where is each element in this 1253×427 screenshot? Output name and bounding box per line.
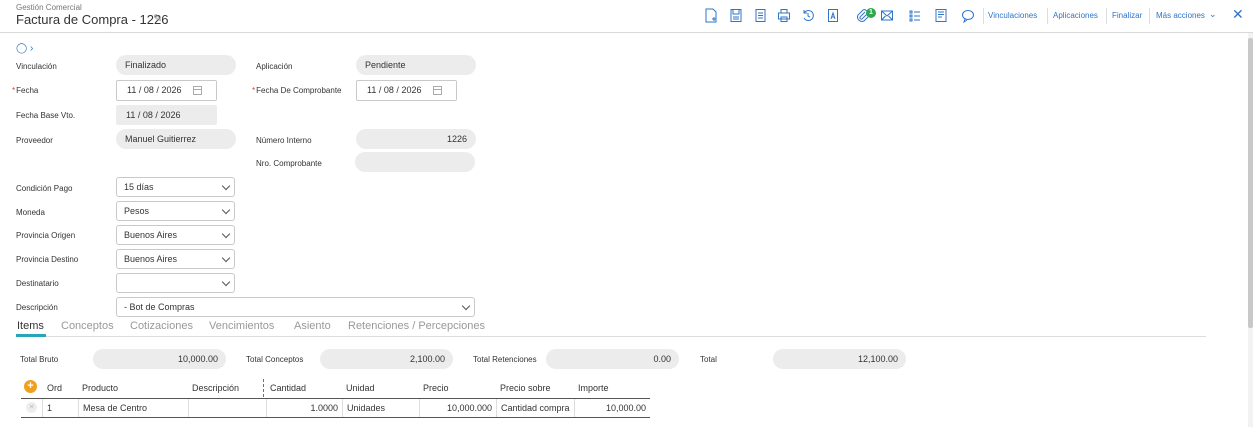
cell-precio-sobre[interactable]: Cantidad compra <box>496 399 574 417</box>
notes-icon[interactable] <box>934 8 948 23</box>
column-header-producto[interactable]: Producto <box>82 383 118 393</box>
comment-icon[interactable] <box>961 8 975 23</box>
cell-precio[interactable]: 10,000.000 <box>419 399 496 417</box>
numero-interno-label: Número Interno <box>256 136 312 145</box>
provincia-destino-select[interactable]: Buenos Aires <box>116 249 235 269</box>
cell-descripcion[interactable] <box>188 399 266 417</box>
column-header-descripcion[interactable]: Descripción <box>192 383 239 393</box>
tag-icon[interactable]: ◯ › <box>16 43 33 54</box>
total-bruto-label: Total Bruto <box>20 355 59 364</box>
cell-producto[interactable]: Mesa de Centro <box>78 399 188 417</box>
close-icon[interactable]: ✕ <box>1232 6 1244 23</box>
column-header-precio-sobre[interactable]: Precio sobre <box>500 383 551 393</box>
cell-ord[interactable]: 1 <box>42 399 78 417</box>
vinculaciones-link[interactable]: Vinculaciones <box>988 11 1037 20</box>
tab-cotizaciones[interactable]: Cotizaciones <box>130 320 193 332</box>
pdf-icon[interactable] <box>826 8 840 23</box>
chevron-down-icon <box>461 301 471 311</box>
nro-comprobante-label: Nro. Comprobante <box>256 159 322 168</box>
column-header-unidad[interactable]: Unidad <box>346 383 375 393</box>
aplicacion-field: Pendiente <box>356 55 476 75</box>
tab-items[interactable]: Items <box>17 320 44 332</box>
condicion-pago-label: Condición Pago <box>16 184 73 193</box>
descripcion-label: Descripción <box>16 303 58 312</box>
fecha-comprobante-date-input[interactable]: 11 / 08 / 2026 <box>356 80 457 101</box>
page-title: Factura de Compra - 1226 <box>16 12 169 27</box>
vinculacion-field: Finalizado <box>116 55 236 75</box>
delete-row-icon[interactable]: ✕ <box>26 402 37 413</box>
moneda-label: Moneda <box>16 208 45 217</box>
column-header-ord[interactable]: Ord <box>47 383 62 393</box>
aplicaciones-link[interactable]: Aplicaciones <box>1053 11 1098 20</box>
calendar-icon[interactable] <box>193 86 202 95</box>
chevron-down-icon <box>221 229 231 239</box>
table-row[interactable]: ✕ 1 Mesa de Centro 1.0000 Unidades 10,00… <box>21 399 650 417</box>
active-tab-indicator <box>16 334 46 337</box>
total-conceptos-label: Total Conceptos <box>246 355 304 364</box>
tab-conceptos[interactable]: Conceptos <box>61 320 114 332</box>
aplicacion-label: Aplicación <box>256 62 293 71</box>
provincia-origen-label: Provincia Origen <box>16 231 76 240</box>
page-header: Gestión Comercial Factura de Compra - 12… <box>0 0 1253 33</box>
condicion-pago-select[interactable]: 15 días <box>116 177 235 197</box>
destinatario-label: Destinatario <box>16 279 59 288</box>
email-icon[interactable] <box>880 8 894 23</box>
tab-vencimientos[interactable]: Vencimientos <box>209 320 274 332</box>
new-document-icon[interactable] <box>704 8 718 23</box>
chevron-down-icon[interactable]: ⌄ <box>1209 9 1217 20</box>
vertical-scrollbar[interactable] <box>1248 33 1253 427</box>
proveedor-label: Proveedor <box>16 136 53 145</box>
column-header-precio[interactable]: Precio <box>423 383 449 393</box>
add-row-button[interactable]: + <box>24 380 37 393</box>
provincia-origen-select[interactable]: Buenos Aires <box>116 225 235 245</box>
module-name: Gestión Comercial <box>16 3 82 12</box>
calendar-icon[interactable] <box>433 86 442 95</box>
fecha-label: Fecha <box>12 86 38 95</box>
cell-cantidad[interactable]: 1.0000 <box>266 399 342 417</box>
fecha-base-vto-label: Fecha Base Vto. <box>16 111 76 120</box>
cell-importe[interactable]: 10,000.00 <box>574 399 650 417</box>
save-icon[interactable] <box>729 8 743 23</box>
destinatario-select[interactable] <box>116 273 235 293</box>
cell-unidad[interactable]: Unidades <box>342 399 419 417</box>
descripcion-select[interactable]: - Bot de Compras <box>116 297 475 317</box>
finalizar-link[interactable]: Finalizar <box>1112 11 1142 20</box>
column-header-importe[interactable]: Importe <box>578 383 609 393</box>
print-icon[interactable] <box>777 8 791 23</box>
total-retenciones-value: 0.00 <box>546 349 679 369</box>
checklist-icon[interactable] <box>908 8 922 23</box>
total-conceptos-value: 2,100.00 <box>320 349 453 369</box>
column-header-cantidad[interactable]: Cantidad <box>270 383 306 393</box>
total-retenciones-label: Total Retenciones <box>473 355 537 364</box>
attachment-count-badge: 1 <box>866 8 876 18</box>
total-value: 12,100.00 <box>773 349 906 369</box>
mas-acciones-link[interactable]: Más acciones <box>1156 11 1205 20</box>
vinculacion-label: Vinculación <box>16 62 57 71</box>
chevron-down-icon <box>221 253 231 263</box>
nro-comprobante-field <box>355 152 475 172</box>
tab-asiento[interactable]: Asiento <box>294 320 331 332</box>
tab-retenciones-percepciones[interactable]: Retenciones / Percepciones <box>348 320 485 332</box>
tab-bar: Items Conceptos Cotizaciones Vencimiento… <box>16 320 1206 337</box>
numero-interno-field: 1226 <box>356 129 476 149</box>
total-label: Total <box>700 355 717 364</box>
column-resize-handle[interactable] <box>263 379 264 397</box>
moneda-select[interactable]: Pesos <box>116 201 235 221</box>
proveedor-field: Manuel Guitierrez <box>116 129 236 149</box>
provincia-destino-label: Provincia Destino <box>16 255 79 264</box>
history-icon[interactable] <box>801 8 815 23</box>
total-bruto-value: 10,000.00 <box>93 349 226 369</box>
chevron-down-icon <box>221 181 231 191</box>
fecha-date-input[interactable]: 11 / 08 / 2026 <box>116 80 217 101</box>
fecha-base-vto-field: 11 / 08 / 2026 <box>116 105 217 125</box>
copy-icon[interactable] <box>753 8 767 23</box>
fecha-comprobante-label: Fecha De Comprobante <box>252 86 341 95</box>
scrollbar-thumb[interactable] <box>1248 38 1253 328</box>
chevron-down-icon <box>221 205 231 215</box>
edit-title-icon[interactable]: ✎ <box>153 12 162 25</box>
chevron-down-icon <box>221 277 231 287</box>
